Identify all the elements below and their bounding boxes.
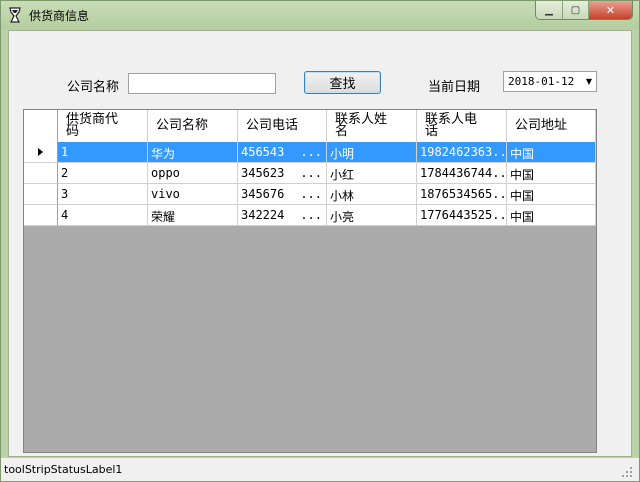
date-value: 2018-01-12 [508, 75, 575, 88]
window-controls: ▁ ▢ ✕ [535, 1, 633, 20]
current-date-label: 当前日期 [428, 80, 481, 95]
row-header[interactable] [24, 184, 58, 205]
table-row[interactable]: 3 vivo 345676... 小林 1876534565... 中国 [24, 184, 596, 205]
column-header-company-address[interactable]: 公司地址 [507, 110, 596, 142]
row-header[interactable] [24, 205, 58, 226]
row-header-corner [24, 110, 58, 142]
resize-grip-icon[interactable] [621, 466, 633, 478]
row-header[interactable] [24, 142, 58, 163]
cell-company-name[interactable]: vivo [148, 184, 238, 205]
cell-contact-name[interactable]: 小明 [327, 142, 417, 163]
status-label: toolStripStatusLabel1 [4, 463, 123, 476]
maximize-button[interactable]: ▢ [562, 1, 588, 19]
cell-company-name[interactable]: oppo [148, 163, 238, 184]
cell-supplier-code[interactable]: 1 [58, 142, 148, 163]
cell-contact-name[interactable]: 小红 [327, 163, 417, 184]
supplier-grid[interactable]: 供货商代 码 公司名称 公司电话 联系人姓 名 联系人电 话 公司地址 1 华为… [23, 109, 597, 453]
cell-company-phone[interactable]: 456543... [238, 142, 327, 163]
cell-company-phone[interactable]: 342224... [238, 205, 327, 226]
minimize-icon: ▁ [545, 4, 553, 16]
main-window: 供货商信息 ▁ ▢ ✕ 公司名称 查找 当前日期 2018-01-12 ▼ 供货… [0, 0, 640, 482]
form-client-area: 公司名称 查找 当前日期 2018-01-12 ▼ 供货商代 码 公司名称 公司… [8, 30, 632, 457]
cell-company-phone[interactable]: 345676... [238, 184, 327, 205]
cell-contact-phone[interactable]: 1876534565... [417, 184, 507, 205]
title-bar[interactable]: 供货商信息 ▁ ▢ ✕ [1, 1, 639, 29]
dropdown-arrow-icon[interactable]: ▼ [582, 77, 596, 86]
cell-supplier-code[interactable]: 3 [58, 184, 148, 205]
close-button[interactable]: ✕ [588, 1, 632, 19]
cell-company-phone[interactable]: 345623... [238, 163, 327, 184]
cell-company-address[interactable]: 中国 [507, 142, 596, 163]
cell-company-name[interactable]: 华为 [148, 142, 238, 163]
cell-contact-name[interactable]: 小亮 [327, 205, 417, 226]
window-title: 供货商信息 [29, 9, 90, 23]
cell-contact-phone[interactable]: 1784436744... [417, 163, 507, 184]
column-header-contact-name[interactable]: 联系人姓 名 [327, 110, 417, 142]
column-header-company-phone[interactable]: 公司电话 [238, 110, 327, 142]
cell-company-address[interactable]: 中国 [507, 163, 596, 184]
table-row[interactable]: 1 华为 456543... 小明 1982462363... 中国 [24, 142, 596, 163]
close-icon: ✕ [605, 3, 616, 17]
cell-company-address[interactable]: 中国 [507, 205, 596, 226]
row-header[interactable] [24, 163, 58, 184]
maximize-icon: ▢ [570, 4, 581, 16]
company-name-input[interactable] [128, 73, 276, 94]
cell-company-name[interactable]: 荣耀 [148, 205, 238, 226]
column-header-company-name[interactable]: 公司名称 [148, 110, 238, 142]
column-header-supplier-code[interactable]: 供货商代 码 [58, 110, 148, 142]
grid-header: 供货商代 码 公司名称 公司电话 联系人姓 名 联系人电 话 公司地址 [24, 110, 596, 142]
minimize-button[interactable]: ▁ [536, 1, 562, 19]
cell-supplier-code[interactable]: 2 [58, 163, 148, 184]
cell-contact-phone[interactable]: 1776443525... [417, 205, 507, 226]
table-row[interactable]: 2 oppo 345623... 小红 1784436744... 中国 [24, 163, 596, 184]
current-row-icon [38, 148, 43, 156]
cell-supplier-code[interactable]: 4 [58, 205, 148, 226]
search-button[interactable]: 查找 [304, 71, 381, 94]
cell-contact-phone[interactable]: 1982462363... [417, 142, 507, 163]
cell-company-address[interactable]: 中国 [507, 184, 596, 205]
date-picker[interactable]: 2018-01-12 ▼ [503, 71, 597, 92]
cell-contact-name[interactable]: 小林 [327, 184, 417, 205]
company-name-label: 公司名称 [67, 80, 120, 95]
table-row[interactable]: 4 荣耀 342224... 小亮 1776443525... 中国 [24, 205, 596, 226]
status-bar: toolStripStatusLabel1 [1, 457, 639, 481]
app-icon [9, 7, 21, 23]
column-header-contact-phone[interactable]: 联系人电 话 [417, 110, 507, 142]
